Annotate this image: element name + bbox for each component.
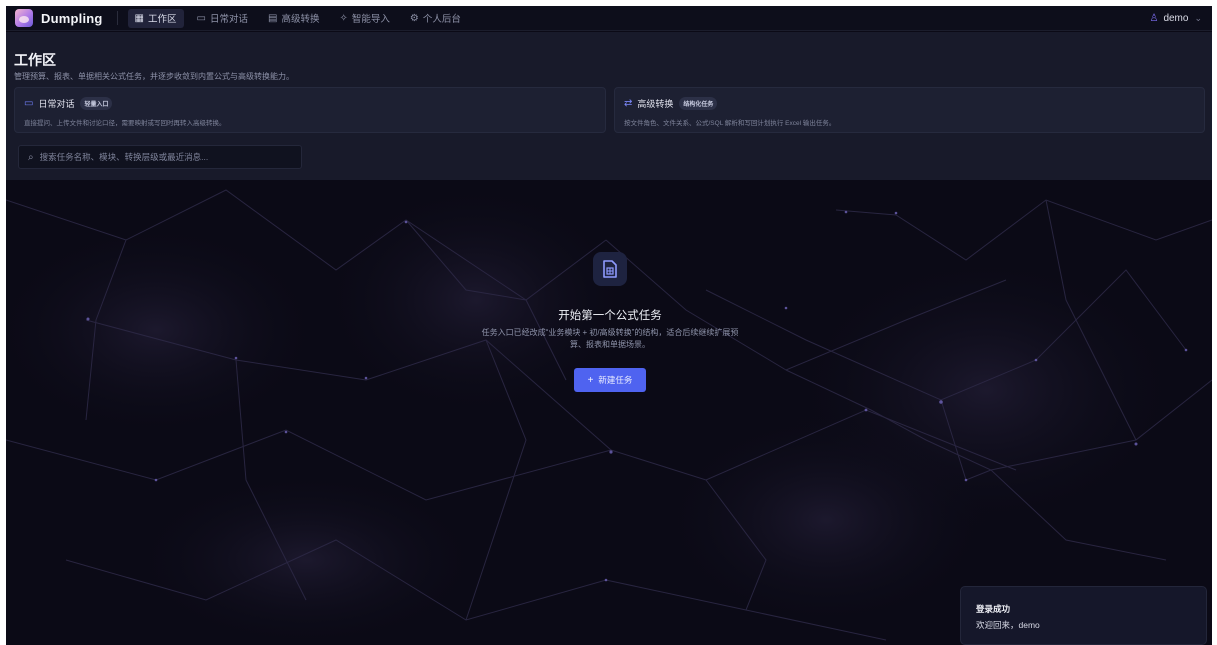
new-task-button[interactable]: + 新建任务: [574, 368, 646, 392]
tab-label: 高级转换: [281, 14, 320, 25]
card-description: 直接提问、上传文件和讨论口径，需要映射或写回时再转入高级转换。: [24, 120, 226, 127]
grid-icon: ▦: [134, 12, 144, 24]
card-advanced-transform[interactable]: ⇄ 高级转换 结构化任务 按文件角色、文件关系、公式/SQL 解析和写回计划执行…: [614, 87, 1205, 133]
page-title: 工作区: [14, 52, 56, 68]
search-input[interactable]: [39, 152, 301, 162]
chat-icon: ▭: [196, 12, 206, 24]
app-name[interactable]: Dumpling: [41, 11, 103, 26]
tab-advanced-transform[interactable]: ▤ 高级转换: [261, 9, 326, 28]
card-badge: 轻量入口: [80, 97, 113, 110]
gear-icon: ⚙: [409, 12, 419, 24]
new-task-label: 新建任务: [598, 375, 633, 385]
search-icon: ⌕: [28, 151, 34, 163]
card-title: 高级转换: [637, 99, 674, 109]
card-header: ⇄ 高级转换 结构化任务: [624, 97, 718, 110]
user-name: demo: [1163, 13, 1189, 24]
card-badge: 结构化任务: [679, 97, 718, 110]
app-logo[interactable]: [15, 9, 33, 27]
user-menu[interactable]: ♙ demo ⌄: [1149, 6, 1202, 31]
top-nav: Dumpling ▦ 工作区 ▭ 日常对话 ▤ 高级转换 ✧ 智能导入 ⚙ 个人…: [6, 6, 1212, 31]
page-subtitle: 管理预算、报表、单据相关公式任务，并逐步收敛到内置公式与高级转换能力。: [14, 72, 294, 81]
document-icon: ▤: [267, 12, 278, 24]
transfer-icon: ⇄: [624, 98, 633, 109]
sparkle-icon: ✧: [339, 12, 348, 24]
tab-label: 个人后台: [422, 14, 461, 25]
toast-title: 登录成功: [976, 604, 1011, 614]
tab-label: 智能导入: [351, 14, 390, 25]
tab-daily-chat[interactable]: ▭ 日常对话: [190, 9, 255, 28]
file-icon-graphic: [603, 260, 617, 278]
card-description: 按文件角色、文件关系、公式/SQL 解析和写回计划执行 Excel 输出任务。: [624, 120, 836, 127]
network-graphic: [6, 180, 1212, 645]
plus-icon: +: [587, 374, 594, 386]
card-daily-chat[interactable]: ▭ 日常对话 轻量入口 直接提问、上传文件和讨论口径，需要映射或写回时再转入高级…: [14, 87, 606, 133]
search-box[interactable]: ⌕: [18, 145, 302, 169]
network-background: [6, 180, 1212, 645]
empty-state-title: 开始第一个公式任务: [558, 310, 662, 322]
chevron-down-icon: ⌄: [1194, 13, 1202, 23]
card-header: ▭ 日常对话 轻量入口: [24, 97, 113, 110]
tab-personal-console[interactable]: ⚙ 个人后台: [403, 9, 468, 28]
login-toast: 登录成功 欢迎回来，demo: [960, 586, 1207, 645]
app-window: Dumpling ▦ 工作区 ▭ 日常对话 ▤ 高级转换 ✧ 智能导入 ⚙ 个人…: [6, 6, 1212, 645]
tab-smart-import[interactable]: ✧ 智能导入: [332, 9, 396, 28]
formula-file-icon: [593, 252, 627, 286]
user-icon: ♙: [1149, 13, 1159, 24]
card-title: 日常对话: [38, 99, 75, 109]
tab-label: 工作区: [148, 14, 177, 25]
tab-label: 日常对话: [209, 14, 248, 25]
toast-message: 欢迎回来，demo: [976, 620, 1040, 630]
chat-icon: ▭: [24, 98, 34, 109]
nav-divider: [116, 11, 118, 25]
empty-state-description: 任务入口已经改成“业务模块 + 初/高级转换”的结构，适合后续继续扩展预算、报表…: [481, 328, 739, 349]
workspace-header: 工作区 管理预算、报表、单据相关公式任务，并逐步收敛到内置公式与高级转换能力。 …: [6, 32, 1212, 180]
tab-workspace[interactable]: ▦ 工作区: [127, 8, 184, 28]
